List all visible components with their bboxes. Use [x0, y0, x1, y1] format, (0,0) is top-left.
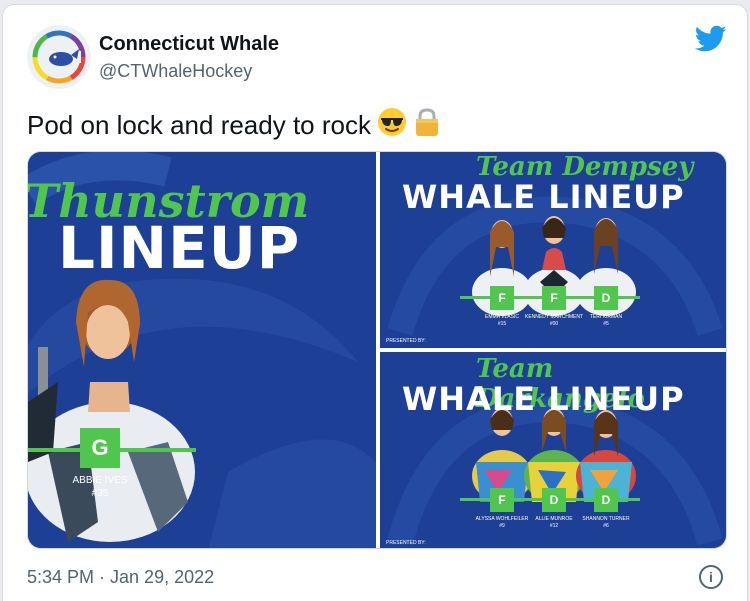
tr-player-2-number: #00: [549, 321, 559, 327]
br-block-title: WHALE LINEUP: [402, 380, 685, 418]
twitter-bird-icon[interactable]: [694, 25, 727, 53]
tweet-media-grid[interactable]: Thunstrom LINEUP G ABBIE IVES #35 Team D…: [27, 151, 727, 549]
tweet-timestamp[interactable]: 5:34 PM · Jan 29, 2022: [27, 567, 214, 588]
tr-block-title: WHALE LINEUP: [402, 178, 685, 216]
tweet-card: Connecticut Whale @CTWhaleHockey Pod on …: [2, 4, 748, 601]
tr-player-3-number: #5: [603, 321, 609, 327]
tr-position-2: F: [542, 286, 566, 310]
br-player-2-name: ALLIE MUNROE: [535, 516, 573, 522]
tr-player-1-name: EMMA VLASIC: [485, 314, 519, 320]
media-image-left[interactable]: Thunstrom LINEUP G ABBIE IVES #35: [28, 152, 376, 548]
author-handle[interactable]: @CTWhaleHockey: [99, 61, 252, 82]
left-block-title: LINEUP: [58, 214, 301, 282]
media-image-bottom-right[interactable]: Team Darkangelo WHALE LINEUP F D D ALYSS…: [380, 352, 726, 548]
left-player-caption: ABBIE IVES #35: [72, 474, 128, 500]
br-position-1: F: [490, 488, 514, 512]
br-player-1: ALYSSA WOHLFEILER #9: [472, 516, 532, 530]
info-icon[interactable]: i: [699, 565, 723, 589]
tr-position-3: D: [594, 286, 618, 310]
media-image-top-right[interactable]: Team Dempsey WHALE LINEUP F F D EMMA VLA…: [380, 152, 726, 348]
left-player-number: #35: [91, 488, 109, 499]
left-player-name: ABBIE IVES: [72, 475, 128, 486]
tr-player-2-name: KENNEDY MARCHMENT: [525, 314, 583, 320]
br-player-2-number: #12: [549, 523, 559, 529]
br-position-3: D: [594, 488, 618, 512]
br-player-3: SHANNON TURNER #6: [576, 516, 636, 530]
tweet-text: Pod on lock and ready to rock: [27, 107, 441, 144]
lock-emoji: [413, 107, 441, 144]
tr-player-1: EMMA VLASIC #15: [472, 314, 532, 328]
tr-player-3-name: TERI KIRMAN: [589, 314, 623, 320]
br-player-3-number: #6: [603, 523, 609, 529]
br-player-2: ALLIE MUNROE #12: [524, 516, 584, 530]
tweet-text-body: Pod on lock and ready to rock: [27, 110, 371, 140]
author-name[interactable]: Connecticut Whale: [99, 33, 279, 56]
br-player-1-name: ALYSSA WOHLFEILER: [475, 516, 529, 522]
br-position-2: D: [542, 488, 566, 512]
br-player-1-number: #9: [499, 523, 505, 529]
tr-player-3: TERI KIRMAN #5: [576, 314, 636, 328]
tr-position-1: F: [490, 286, 514, 310]
br-player-3-name: SHANNON TURNER: [582, 516, 630, 522]
left-position-badge: G: [80, 428, 120, 468]
author-avatar[interactable]: [27, 25, 91, 89]
sunglasses-emoji: [377, 107, 407, 144]
tr-presented-by: PRESENTED BY:: [386, 338, 426, 344]
br-presented-by: PRESENTED BY:: [386, 540, 426, 546]
tr-player-1-number: #15: [497, 321, 507, 327]
tr-player-2: KENNEDY MARCHMENT #00: [524, 314, 584, 328]
